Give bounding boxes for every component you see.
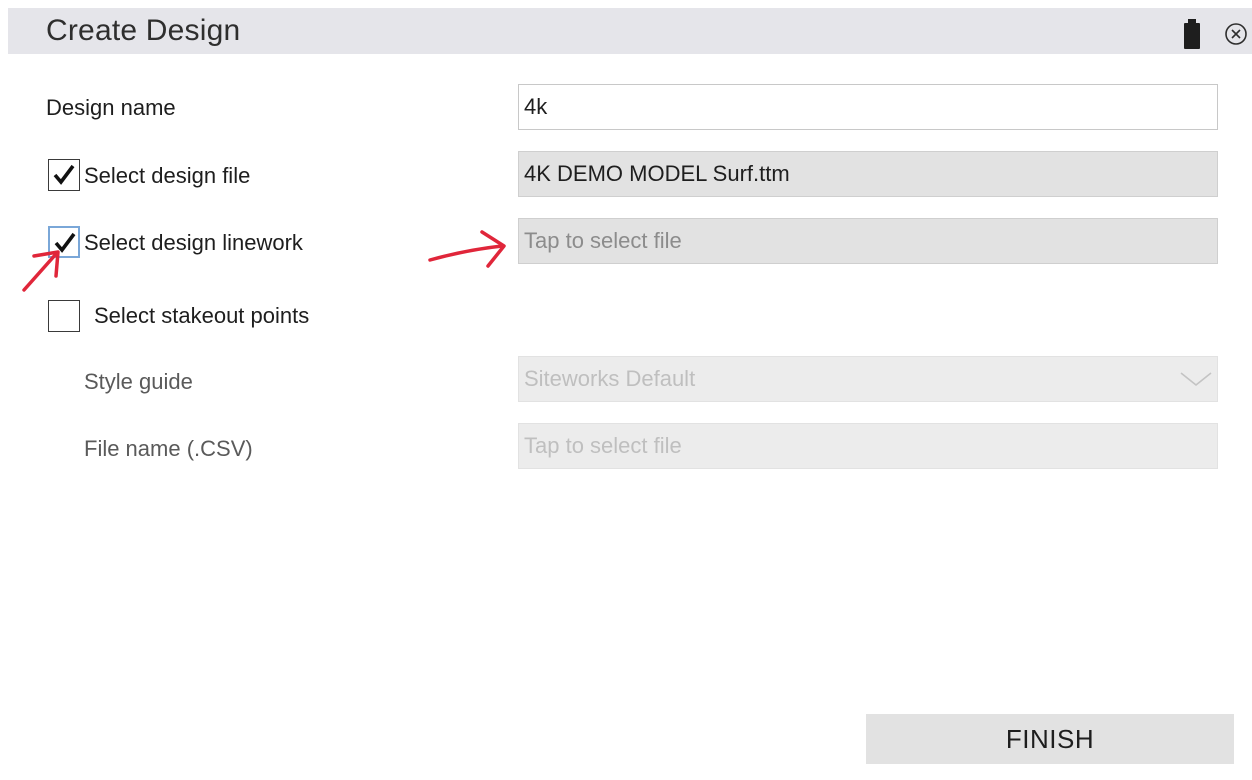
stakeout-points-checkbox[interactable]: [48, 300, 80, 332]
style-guide-label: Style guide: [84, 369, 193, 394]
design-file-checkbox[interactable]: [48, 159, 80, 191]
close-icon[interactable]: [1220, 18, 1252, 50]
style-guide-value: Siteworks Default: [524, 366, 696, 391]
battery-icon: [1180, 18, 1204, 50]
finish-button[interactable]: FINISH: [866, 714, 1234, 764]
red-arrow-annotation: [428, 230, 506, 268]
design-file-field[interactable]: 4K DEMO MODEL Surf.ttm: [518, 151, 1218, 197]
design-name-input[interactable]: 4k: [518, 84, 1218, 130]
csv-file-field[interactable]: Tap to select file: [518, 423, 1218, 469]
title-bar: Create Design: [8, 8, 1252, 54]
design-file-label: Select design file: [84, 163, 251, 188]
chevron-down-icon: [1180, 372, 1212, 387]
red-arrow-annotation: [22, 250, 60, 292]
design-linework-label: Select design linework: [84, 230, 303, 255]
csv-file-label: File name (.CSV): [84, 436, 253, 461]
stakeout-points-label: Select stakeout points: [94, 303, 310, 328]
window-title: Create Design: [46, 14, 241, 47]
checkmark-icon: [53, 164, 75, 185]
design-linework-field[interactable]: Tap to select file: [518, 218, 1218, 264]
design-name-label: Design name: [46, 95, 176, 120]
style-guide-dropdown[interactable]: Siteworks Default: [518, 356, 1218, 402]
